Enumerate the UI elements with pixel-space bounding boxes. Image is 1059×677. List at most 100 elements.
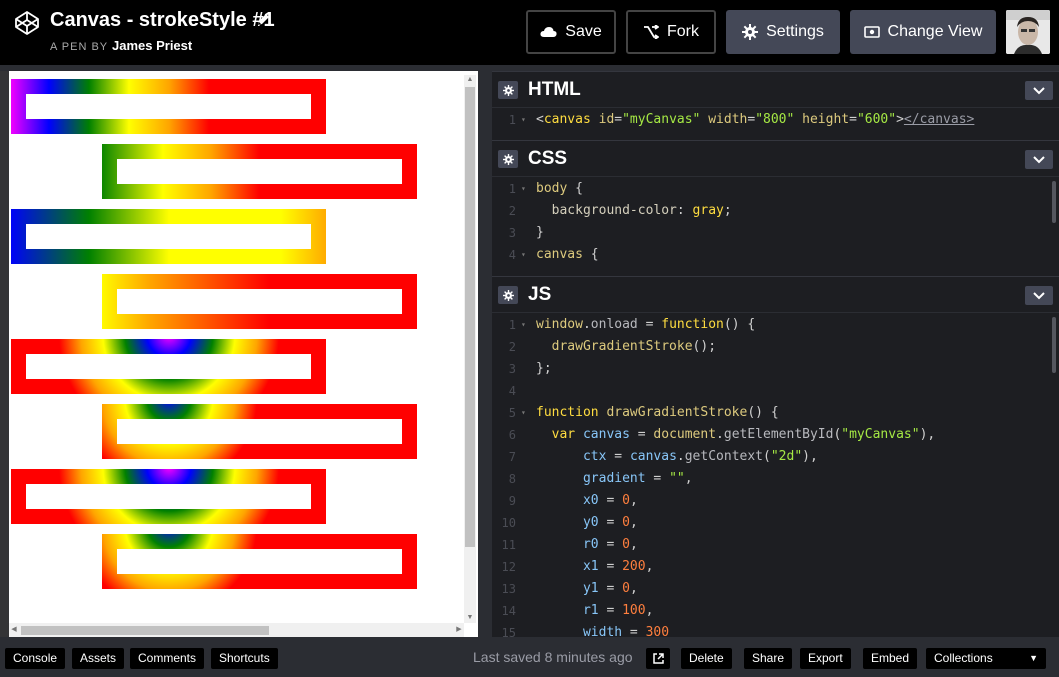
horizontal-scrollbar[interactable]: ◀ ▶ [9,623,464,637]
pane-resizer[interactable] [478,71,492,637]
code-token: "2d" [770,449,803,464]
code-line[interactable]: 3} [492,222,1059,244]
horizontal-scroll-thumb[interactable] [21,626,269,635]
code-line[interactable]: 8 gradient = "", [492,468,1059,490]
delete-button[interactable]: Delete [681,648,732,669]
code-token: = [598,493,623,508]
fold-arrow-icon[interactable]: ▾ [521,402,526,424]
gradient-rect-7 [11,469,326,524]
code-token: { [567,181,583,196]
code-token: . [676,449,685,464]
html-editor-header: HTML [492,72,1059,108]
code-token: function [536,405,599,420]
js-scrollbar[interactable] [1052,317,1056,373]
fold-arrow-icon[interactable]: ▾ [521,178,526,200]
console-button[interactable]: Console [5,648,66,669]
vertical-scrollbar[interactable]: ▲ ▼ [464,75,476,623]
layout-icon [863,26,880,38]
scroll-up-icon[interactable]: ▲ [464,75,476,85]
codepen-logo-icon[interactable] [14,10,40,36]
css-expand-button[interactable] [1025,150,1053,169]
code-line[interactable]: 12 x1 = 200, [492,556,1059,578]
caret-down-icon: ▼ [1029,653,1038,663]
code-token: : [676,203,693,218]
code-token: = [606,449,630,464]
line-number: 14 [501,604,516,618]
code-line[interactable]: 2 drawGradientStroke(); [492,336,1059,358]
code-token: background-color [536,203,677,218]
code-line[interactable]: 9 x0 = 0, [492,490,1059,512]
result-iframe[interactable]: ▲ ▼ ◀ ▶ [9,71,478,637]
scroll-left-icon[interactable]: ◀ [9,623,19,637]
html-expand-button[interactable] [1025,81,1053,100]
code-line[interactable]: 4 ▾ canvas { [492,244,1059,266]
code-token: x0 [536,493,599,508]
code-line[interactable]: 6 var canvas = document.getElementById("… [492,424,1059,446]
author-name[interactable]: James Priest [112,38,192,53]
open-external-button[interactable] [646,648,670,669]
code-line[interactable]: 7 ctx = canvas.getContext("2d"), [492,446,1059,468]
code-line[interactable]: 11 r0 = 0, [492,534,1059,556]
collections-dropdown[interactable]: Collections ▼ [926,648,1046,669]
code-line[interactable]: 4 [492,380,1059,402]
assets-button[interactable]: Assets [72,648,125,669]
js-settings-button[interactable] [498,286,518,304]
fold-arrow-icon[interactable]: ▾ [521,109,526,131]
html-code-area[interactable]: 1 ▾ <canvas id="myCanvas" width="800" heig… [492,109,1059,139]
scroll-right-icon[interactable]: ▶ [454,623,464,637]
settings-button[interactable]: Settings [726,10,840,54]
fold-arrow-icon[interactable]: ▾ [521,314,526,336]
code-line[interactable]: 5 ▾ function drawGradientStroke() { [492,402,1059,424]
byline-prefix: A PEN BY [50,41,108,53]
export-button[interactable]: Export [800,648,851,669]
result-pane: ▲ ▼ ◀ ▶ [0,71,478,637]
code-line[interactable]: 2 background-color: gray; [492,200,1059,222]
code-line[interactable]: 10 y0 = 0, [492,512,1059,534]
code-text: ctx = canvas.getContext("2d"), [536,446,818,468]
code-line[interactable]: 14 r1 = 100, [492,600,1059,622]
line-number: 1 [508,318,516,332]
js-expand-button[interactable] [1025,286,1053,305]
code-line[interactable]: 13 y1 = 0, [492,578,1059,600]
chevron-down-icon [1033,155,1045,163]
code-text: r1 = 100, [536,600,653,622]
gradient-rect-3 [11,209,326,264]
code-line[interactable]: 1 ▾ <canvas id="myCanvas" width="800" heig… [492,109,1059,131]
comments-button[interactable]: Comments [130,648,205,669]
code-token: ), [802,449,818,464]
code-line[interactable]: 15 width = 300 [492,622,1059,637]
code-token: ), [919,427,936,442]
js-code-area[interactable]: 1 ▾ window.onload = function() {2 drawGrad… [492,314,1059,637]
avatar[interactable] [1006,10,1050,54]
shortcuts-button[interactable]: Shortcuts [211,648,278,669]
gradient-rect-8 [102,534,417,589]
share-button[interactable]: Share [744,648,793,669]
collections-label: Collections [934,651,993,665]
code-text: background-color: gray; [536,200,732,222]
embed-button[interactable]: Embed [863,648,918,669]
code-token: 300 [645,625,670,637]
scroll-down-icon[interactable]: ▼ [464,613,476,623]
code-line[interactable]: 3}; [492,358,1059,380]
save-button[interactable]: Save [526,10,616,54]
code-line[interactable]: 1 ▾ window.onload = function() { [492,314,1059,336]
line-number: 7 [508,450,516,464]
css-settings-button[interactable] [498,150,518,168]
code-token: < [536,112,544,127]
html-settings-button[interactable] [498,81,518,99]
css-scrollbar[interactable] [1052,181,1056,223]
gear-icon [502,153,514,165]
fork-button[interactable]: Fork [626,10,716,54]
line-number: 4 [508,248,516,262]
fold-arrow-icon[interactable]: ▾ [521,244,526,266]
code-token: ; [723,203,732,218]
code-line[interactable]: 1 ▾ body { [492,178,1059,200]
change-view-button[interactable]: Change View [850,10,996,54]
code-token: . [582,317,591,332]
pencil-icon[interactable] [255,12,271,28]
codepen-editor: Canvas - strokeStyle #1 A PEN BY James P… [0,0,1059,677]
code-token: gray [692,203,724,218]
pen-title[interactable]: Canvas - strokeStyle #1 [50,9,275,32]
css-code-area[interactable]: 1 ▾ body {2 background-color: gray; 3} 4 ▾ can… [492,178,1059,275]
vertical-scroll-thumb[interactable] [465,87,475,547]
